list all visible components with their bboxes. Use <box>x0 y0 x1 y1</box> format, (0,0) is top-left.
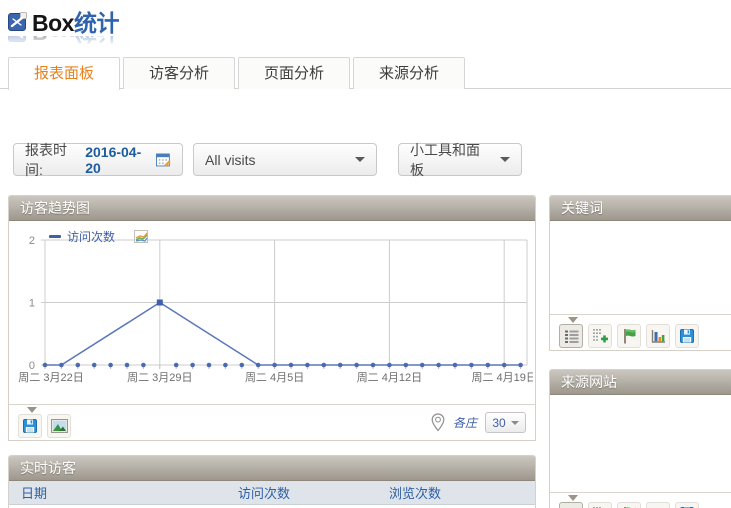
segment-value: All visits <box>205 152 256 168</box>
date-value: 2016-04-20 <box>85 144 151 176</box>
tab-referrer-analysis[interactable]: 来源分析 <box>353 57 465 89</box>
annotation-pin-icon[interactable] <box>431 413 445 432</box>
box-logo-icon <box>8 12 27 31</box>
keywords-header[interactable]: 关键词 <box>550 196 731 221</box>
keywords-empty-body <box>550 221 731 314</box>
realtime-title: 实时访客 <box>20 460 76 476</box>
keywords-widget: 关键词 <box>549 195 731 351</box>
goals-view-icon <box>622 328 637 344</box>
svg-text:2: 2 <box>29 235 35 247</box>
main-tab-bar: 报表面板 访客分析 页面分析 来源分析 <box>0 57 731 89</box>
svg-text:周二 4月19日: 周二 4月19日 <box>471 371 533 384</box>
segment-selector[interactable]: All visits <box>193 143 377 176</box>
dropdown-caret-icon <box>355 157 365 162</box>
trend-footer: 各庄 30 <box>9 404 535 440</box>
export-data-button[interactable] <box>18 414 42 438</box>
referrer-websites-widget: 来源网站 <box>549 369 731 508</box>
annotations-link[interactable]: 各庄 <box>453 414 477 431</box>
trend-chart: 0 1 2 周二 3月22日 周二 3月29日 周二 4月5日 周二 4月12日 周二 4月1… <box>11 227 533 385</box>
column-pageviews: 浏览次数 <box>389 483 441 502</box>
export-data-button[interactable] <box>675 502 699 508</box>
table-view-button[interactable] <box>559 324 583 348</box>
report-date-selector[interactable]: 报表时间: 2016-04-20 <box>13 143 183 176</box>
all-columns-view-button[interactable] <box>588 502 612 508</box>
svg-text:1: 1 <box>29 298 35 310</box>
svg-text:周二 4月12日: 周二 4月12日 <box>357 371 422 384</box>
referrers-footer <box>550 492 731 508</box>
image-export-icon <box>51 419 68 433</box>
date-label: 报表时间: <box>25 140 80 180</box>
export-image-button[interactable] <box>47 414 71 438</box>
goals-view-button[interactable] <box>617 324 641 348</box>
collapse-arrow-icon[interactable] <box>568 317 578 323</box>
app-title: Box统计 <box>32 4 119 38</box>
collapse-arrow-icon[interactable] <box>568 495 578 501</box>
bar-chart-view-button[interactable] <box>646 324 670 348</box>
realtime-column-headers: 日期 访问次数 浏览次数 <box>9 481 535 505</box>
realtime-header[interactable]: 实时访客 <box>9 456 535 481</box>
logo-reflection: Box统计 <box>8 36 119 51</box>
dashboard-page: Box统计 Box统计 报表面板 访客分析 页面分析 来源分析 报表时间: 20… <box>0 0 731 508</box>
sparkline-picker-icon[interactable] <box>133 229 150 245</box>
column-date: 日期 <box>21 483 238 502</box>
svg-text:周二 3月29日: 周二 3月29日 <box>127 371 192 384</box>
realtime-visitors-widget: 实时访客 日期 访问次数 浏览次数 <box>8 455 536 508</box>
bar-chart-view-icon <box>650 328 666 344</box>
export-disk-icon <box>22 418 38 434</box>
widgets-label: 小工具和面板 <box>410 140 492 180</box>
tab-page-analysis[interactable]: 页面分析 <box>238 57 350 89</box>
keywords-footer <box>550 314 731 350</box>
svg-text:0: 0 <box>29 360 35 372</box>
table-view-icon <box>564 329 579 343</box>
all-columns-view-button[interactable] <box>588 324 612 348</box>
row-limit-value: 30 <box>492 416 505 430</box>
chart-legend: 访问次数 <box>49 228 150 245</box>
dropdown-caret-icon <box>511 421 519 425</box>
row-limit-selector[interactable]: 30 <box>485 412 526 433</box>
svg-text:周二 3月22日: 周二 3月22日 <box>18 371 83 384</box>
export-disk-icon <box>679 328 695 344</box>
visitor-trend-widget: 访客趋势图 访问次数 0 1 2 周二 3月22日 周二 3月29日 周二 4月5日 周二 … <box>8 195 536 441</box>
export-data-button[interactable] <box>675 324 699 348</box>
all-columns-view-icon <box>592 328 608 343</box>
tab-visitor-analysis[interactable]: 访客分析 <box>123 57 235 89</box>
referrers-header[interactable]: 来源网站 <box>550 370 731 395</box>
table-view-button[interactable] <box>559 502 583 508</box>
referrers-empty-body <box>550 395 731 492</box>
legend-line-swatch <box>49 235 61 238</box>
goals-view-button[interactable] <box>617 502 641 508</box>
legend-metric-label: 访问次数 <box>67 228 115 245</box>
tab-report-dashboard[interactable]: 报表面板 <box>8 57 120 90</box>
referrers-title: 来源网站 <box>561 374 617 390</box>
visitor-trend-header[interactable]: 访客趋势图 <box>9 196 535 221</box>
dropdown-caret-icon <box>500 157 510 162</box>
collapse-arrow-icon[interactable] <box>27 407 37 413</box>
widgets-and-dashboard-button[interactable]: 小工具和面板 <box>398 143 522 176</box>
app-logo[interactable]: Box统计 Box统计 <box>8 4 119 51</box>
bar-chart-view-button[interactable] <box>646 502 670 508</box>
svg-text:周二 4月5日: 周二 4月5日 <box>245 371 304 384</box>
keywords-title: 关键词 <box>561 200 603 216</box>
column-visits: 访问次数 <box>238 483 389 502</box>
visitor-trend-title: 访客趋势图 <box>20 200 90 216</box>
calendar-icon <box>156 152 171 167</box>
